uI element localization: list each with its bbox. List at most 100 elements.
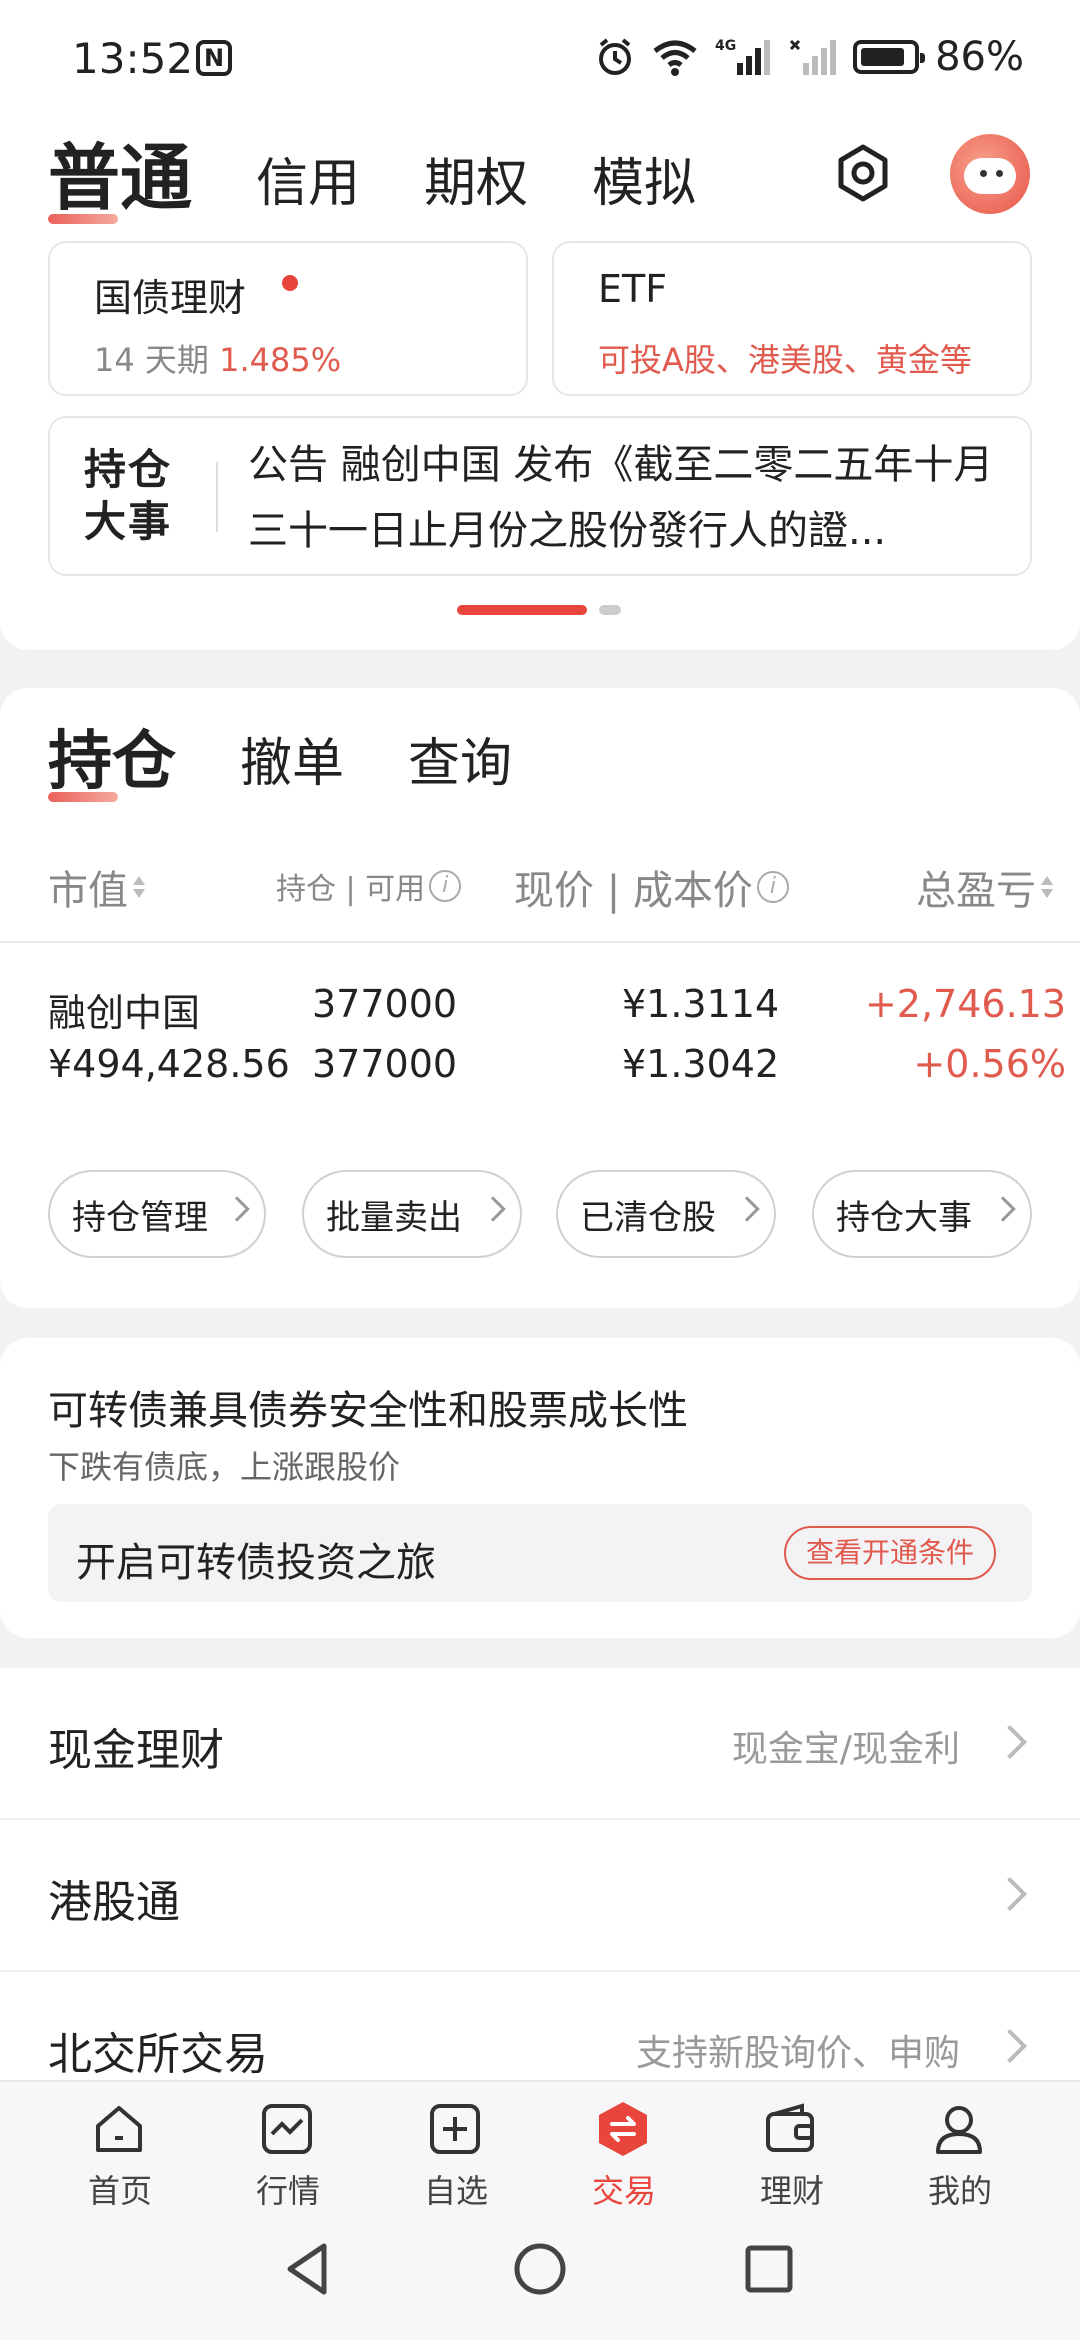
etf-promo-sub: 可投A股、港美股、黄金等: [598, 341, 972, 379]
nav-watchlist[interactable]: 自选: [372, 2082, 540, 2210]
profit-loss-pct: +0.56%: [913, 1042, 1066, 1086]
convertible-subtitle: 下跌有债底，上涨跟股价: [48, 1448, 401, 1486]
tab-simulation[interactable]: 模拟: [592, 141, 696, 230]
settings-icon[interactable]: [832, 142, 894, 204]
nfc-icon: N: [196, 40, 232, 76]
tab-holdings[interactable]: 持仓: [48, 710, 176, 808]
cleared-stocks-button[interactable]: 已清仓股: [556, 1170, 776, 1258]
nav-home[interactable]: 首页: [36, 2082, 204, 2210]
service-list: 现金理财 现金宝/现金利 港股通 北交所交易 支持新股询价、申购: [0, 1668, 1080, 2088]
view-conditions-button[interactable]: 查看开通条件: [783, 1526, 996, 1580]
trade-icon: [599, 2102, 647, 2156]
convertible-start-box[interactable]: 开启可转债投资之旅 查看开通条件: [48, 1504, 1032, 1602]
info-icon[interactable]: i: [756, 871, 789, 903]
chevron-right-icon: [224, 1196, 250, 1222]
market-value: ¥494,428.56: [48, 1042, 290, 1086]
list-item-hk-connect[interactable]: 港股通: [0, 1820, 1080, 1972]
bond-promo-sub: 14 天期 1.485%: [94, 335, 341, 381]
etf-promo-title: ETF: [598, 267, 668, 311]
batch-sell-button[interactable]: 批量卖出: [302, 1170, 522, 1258]
tab-options[interactable]: 期权: [424, 141, 528, 230]
avatar[interactable]: [950, 134, 1030, 214]
tab-normal[interactable]: 普通: [48, 119, 192, 230]
wifi-icon: [653, 40, 697, 76]
tab-cancel-orders[interactable]: 撤单: [240, 721, 344, 808]
list-item-label: 现金理财: [48, 1725, 224, 1776]
avatar-eye: [980, 170, 987, 177]
signal-no-service-icon: [790, 39, 837, 75]
holding-news-badge: 持仓 大事: [84, 444, 194, 548]
chevron-right-icon: [993, 1877, 1027, 1911]
bond-promo-card[interactable]: 国债理财 14 天期 1.485%: [48, 241, 528, 396]
col-total-pl[interactable]: 总盈亏: [916, 858, 1054, 916]
tab-query[interactable]: 查询: [408, 721, 512, 808]
chevron-right-icon: [480, 1196, 506, 1222]
current-price: ¥1.3114: [622, 982, 780, 1026]
stock-name: 融创中国: [48, 991, 201, 1035]
tab-credit[interactable]: 信用: [256, 141, 360, 230]
news-badge-line2: 大事: [84, 497, 173, 546]
col-market-value[interactable]: 市值: [48, 858, 146, 916]
bond-promo-title: 国债理财: [94, 276, 247, 320]
holdings-card: 持仓 撤单 查询 市值 持仓 | 可用 i 现价 | 成本价 i 总盈亏 融创中国 …: [0, 688, 1080, 1308]
holding-news-card[interactable]: 持仓 大事 公告 融创中国 发布《截至二零二五年十月三十一日止月份之股份發行人的…: [48, 416, 1032, 576]
nav-trade[interactable]: 交易: [540, 2082, 708, 2210]
header-divider: [0, 941, 1080, 943]
network-type-label: 4G: [715, 38, 736, 54]
col-price-cost: 现价 | 成本价 i: [514, 858, 789, 916]
col-position-available: 持仓 | 可用 i: [276, 864, 462, 908]
battery-percent: 86%: [935, 34, 1024, 80]
pill-label: 持仓大事: [836, 1197, 972, 1238]
nav-label: 自选: [423, 2172, 488, 2210]
chevron-right-icon: [993, 2029, 1027, 2063]
home-circle-icon[interactable]: [505, 2234, 575, 2304]
avatar-face: [964, 158, 1016, 194]
system-nav-bar: [0, 2208, 1080, 2340]
col-price-label: 现价 | 成本价: [514, 868, 753, 914]
list-item-hint: 现金宝/现金利: [731, 1729, 960, 1770]
pager-dot-active: [457, 605, 587, 615]
cost-price: ¥1.3042: [622, 1042, 780, 1086]
user-icon: [936, 2106, 982, 2154]
chevron-right-icon: [990, 1196, 1016, 1222]
col-position-label: 持仓 | 可用: [276, 872, 426, 907]
battery-fill: [861, 48, 905, 66]
home-icon: [96, 2106, 142, 2152]
status-bar: 13:52 N 4G 86%: [0, 0, 1080, 120]
news-text: 公告 融创中国 发布《截至二零二五年十月三十一日止月份之股份發行人的證...: [248, 442, 994, 554]
nav-label: 交易: [591, 2172, 656, 2210]
list-item-cash-management[interactable]: 现金理财 现金宝/现金利: [0, 1668, 1080, 1820]
account-card: 普通 信用 期权 模拟 国债理财 14 天期 1.485% ETF 可投A股、港…: [0, 120, 1080, 650]
notification-dot: [282, 275, 298, 291]
nav-label: 首页: [87, 2172, 152, 2210]
avatar-eye: [996, 170, 1003, 177]
nav-wealth[interactable]: 理财: [708, 2082, 876, 2210]
holding-events-button[interactable]: 持仓大事: [812, 1170, 1032, 1258]
carousel-pager: [457, 605, 621, 615]
profit-loss: +2,746.13: [864, 982, 1066, 1026]
nav-label: 行情: [255, 2172, 320, 2210]
recents-square-icon[interactable]: [734, 2234, 804, 2304]
holding-manage-button[interactable]: 持仓管理: [48, 1170, 266, 1258]
nav-label: 我的: [927, 2172, 992, 2210]
news-badge-line1: 持仓: [84, 445, 173, 494]
nav-market[interactable]: 行情: [204, 2082, 372, 2210]
pill-label: 持仓管理: [72, 1197, 208, 1238]
convertible-title: 可转债兼具债券安全性和股票成长性: [48, 1388, 688, 1434]
wallet-icon: [766, 2103, 814, 2152]
add-square-icon: [430, 2104, 480, 2154]
bond-rate: 1.485%: [219, 341, 342, 379]
news-divider: [216, 462, 218, 532]
nav-me[interactable]: 我的: [876, 2082, 1044, 2210]
etf-promo-card[interactable]: ETF 可投A股、港美股、黄金等: [552, 241, 1032, 396]
available-qty: 377000: [312, 1042, 458, 1086]
chevron-right-icon: [993, 1725, 1027, 1759]
status-time: 13:52: [72, 34, 194, 83]
back-icon[interactable]: [274, 2234, 344, 2304]
info-icon[interactable]: i: [429, 870, 462, 902]
pill-label: 已清仓股: [580, 1197, 716, 1238]
bond-term: 14 天期: [94, 341, 209, 379]
status-icons: 4G 86%: [595, 34, 1024, 80]
list-item-label: 北交所交易: [48, 2029, 268, 2080]
pager-dot: [599, 605, 621, 615]
